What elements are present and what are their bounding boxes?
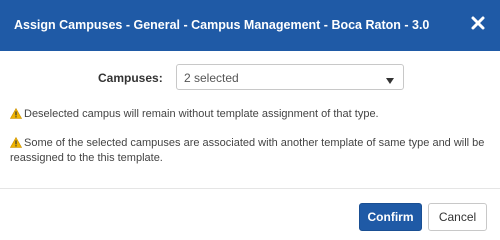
dialog-title: Assign Campuses - General - Campus Manag… <box>14 18 430 32</box>
dialog-header: Assign Campuses - General - Campus Manag… <box>0 0 500 51</box>
footer-divider <box>0 188 500 189</box>
campuses-label: Campuses: <box>98 71 163 85</box>
confirm-button[interactable]: Confirm <box>359 203 422 231</box>
notice-deselected: Deselected campus will remain without te… <box>9 107 490 122</box>
warning-icon <box>9 107 23 119</box>
campuses-select[interactable]: 2 selected <box>176 64 404 90</box>
notice-reassigned: Some of the selected campuses are associ… <box>9 136 490 166</box>
warning-icon <box>9 136 23 148</box>
notice-text: Some of the selected campuses are associ… <box>10 137 485 164</box>
campuses-field-row: Campuses: 2 selected <box>0 64 500 92</box>
notice-text: Deselected campus will remain without te… <box>24 108 379 120</box>
close-icon[interactable] <box>470 15 486 31</box>
cancel-button[interactable]: Cancel <box>428 203 487 231</box>
assign-campuses-dialog: Assign Campuses - General - Campus Manag… <box>0 0 500 240</box>
caret-down-icon <box>385 73 395 84</box>
campuses-select-value: 2 selected <box>184 71 239 85</box>
